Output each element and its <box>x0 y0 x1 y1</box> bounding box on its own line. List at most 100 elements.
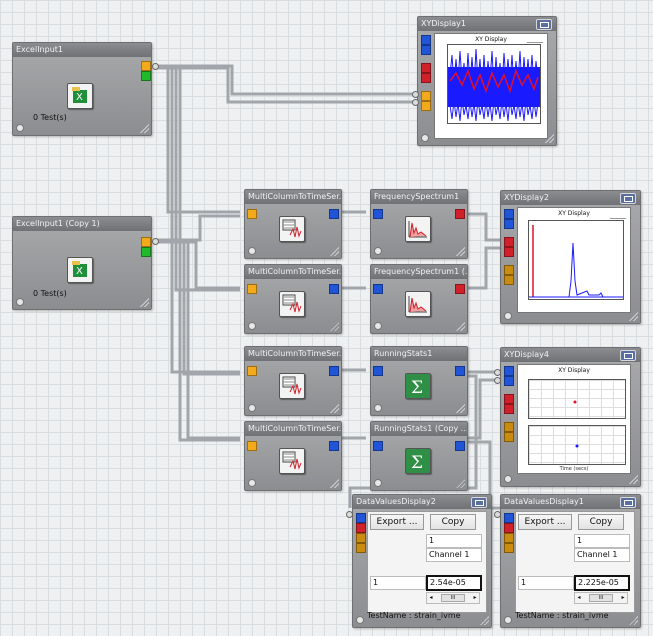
input-port-red[interactable] <box>504 247 514 257</box>
scroll-left-arrow[interactable]: ◂ <box>427 593 435 603</box>
input-port-blue[interactable] <box>504 376 514 386</box>
copy-button[interactable]: Copy <box>430 514 476 530</box>
input-port-gold[interactable] <box>504 422 514 432</box>
input-port-orange[interactable] <box>247 441 257 451</box>
input-port-gold[interactable] <box>504 275 514 285</box>
output-port-blue[interactable] <box>455 441 465 451</box>
input-port-gold[interactable] <box>504 543 514 553</box>
value-cell[interactable]: 2.54e-05 <box>426 575 482 591</box>
output-port-orange[interactable] <box>141 61 151 71</box>
connector-dot[interactable] <box>412 91 419 98</box>
xy-display-node-4[interactable]: XYDisplay4 XY Display Time (secs) <box>500 347 641 487</box>
input-port-gold[interactable] <box>504 265 514 275</box>
input-port-blue[interactable] <box>373 209 383 219</box>
input-port-blue[interactable] <box>421 45 431 55</box>
input-port-orange[interactable] <box>421 91 431 101</box>
resize-grip[interactable] <box>479 615 489 625</box>
input-port-gold[interactable] <box>504 432 514 442</box>
output-port-green[interactable] <box>141 247 151 257</box>
copy-button[interactable]: Copy <box>578 514 624 530</box>
resize-grip[interactable] <box>455 246 465 256</box>
horizontal-scrollbar[interactable]: ◂ III ▸ <box>574 592 628 604</box>
resize-grip[interactable] <box>455 403 465 413</box>
connector-dot[interactable] <box>412 99 419 106</box>
connector-dot[interactable] <box>346 511 353 518</box>
input-port-blue[interactable] <box>504 209 514 219</box>
scroll-thumb[interactable]: III <box>441 594 465 602</box>
input-port-orange[interactable] <box>247 366 257 376</box>
scroll-right-arrow[interactable]: ▸ <box>471 593 479 603</box>
input-port-gold[interactable] <box>356 543 366 553</box>
input-port-blue[interactable] <box>421 35 431 45</box>
input-port-red[interactable] <box>421 63 431 73</box>
resize-grip[interactable] <box>329 246 339 256</box>
frequency-spectrum-node-1[interactable]: FrequencySpectrum1 <box>370 189 468 259</box>
data-values-display-node-2[interactable]: DataValuesDisplay2 Export ... Copy 1 Cha… <box>352 494 492 628</box>
output-port-red[interactable] <box>455 209 465 219</box>
input-port-blue[interactable] <box>504 366 514 376</box>
input-port-blue[interactable] <box>373 284 383 294</box>
connector-dot[interactable] <box>152 238 159 245</box>
input-port-orange[interactable] <box>421 101 431 111</box>
output-port-blue[interactable] <box>329 284 339 294</box>
resize-grip[interactable] <box>329 403 339 413</box>
restore-button[interactable] <box>620 193 636 204</box>
input-port-blue[interactable] <box>373 441 383 451</box>
output-port-blue[interactable] <box>455 366 465 376</box>
input-port-red[interactable] <box>504 523 514 533</box>
multicolumn-node-3[interactable]: MultiColumnToTimeSer... <box>244 346 342 416</box>
running-stats-node-2[interactable]: RunningStats1 (Copy ... Σ <box>370 421 468 491</box>
data-values-display-node-1[interactable]: DataValuesDisplay1 Export ... Copy 1 Cha… <box>500 494 641 628</box>
connector-dot[interactable] <box>152 63 159 70</box>
input-port-blue[interactable] <box>504 513 514 523</box>
scroll-right-arrow[interactable]: ▸ <box>619 593 627 603</box>
multicolumn-node-2[interactable]: MultiColumnToTimeSer... <box>244 264 342 334</box>
restore-button[interactable] <box>620 350 636 361</box>
export-button[interactable]: Export ... <box>518 514 572 530</box>
export-button[interactable]: Export ... <box>370 514 424 530</box>
output-port-blue[interactable] <box>329 366 339 376</box>
resize-grip[interactable] <box>139 123 149 133</box>
connector-dot[interactable] <box>494 369 501 376</box>
resize-grip[interactable] <box>628 615 638 625</box>
multicolumn-node-4[interactable]: MultiColumnToTimeSer... <box>244 421 342 491</box>
resize-grip[interactable] <box>329 478 339 488</box>
horizontal-scrollbar[interactable]: ◂ III ▸ <box>426 592 480 604</box>
restore-button[interactable] <box>620 497 636 508</box>
output-port-blue[interactable] <box>329 441 339 451</box>
output-port-red[interactable] <box>455 284 465 294</box>
scroll-left-arrow[interactable]: ◂ <box>575 593 583 603</box>
input-port-red[interactable] <box>356 523 366 533</box>
xy-display-node-2[interactable]: XYDisplay2 XY Display <box>500 190 641 324</box>
input-port-blue[interactable] <box>504 219 514 229</box>
frequency-spectrum-node-2[interactable]: FrequencySpectrum1 (... <box>370 264 468 334</box>
resize-grip[interactable] <box>329 321 339 331</box>
resize-grip[interactable] <box>628 311 638 321</box>
running-stats-node-1[interactable]: RunningStats1 Σ <box>370 346 468 416</box>
scroll-thumb[interactable]: III <box>589 594 613 602</box>
output-port-blue[interactable] <box>329 209 339 219</box>
connector-dot[interactable] <box>494 511 501 518</box>
resize-grip[interactable] <box>455 321 465 331</box>
input-port-orange[interactable] <box>247 209 257 219</box>
input-port-orange[interactable] <box>247 284 257 294</box>
resize-grip[interactable] <box>628 474 638 484</box>
input-port-gold[interactable] <box>356 533 366 543</box>
restore-button[interactable] <box>536 19 552 30</box>
multicolumn-node-1[interactable]: MultiColumnToTimeSer... <box>244 189 342 259</box>
resize-grip[interactable] <box>544 133 554 143</box>
restore-button[interactable] <box>471 497 487 508</box>
excel-input-copy-node[interactable]: ExcelInput1 (Copy 1) X 0 Test(s) <box>12 216 152 310</box>
value-cell[interactable]: 2.225e-05 <box>574 575 630 591</box>
input-port-red[interactable] <box>504 404 514 414</box>
excel-input-node[interactable]: ExcelInput1 X 0 Test(s) <box>12 42 152 136</box>
output-port-green[interactable] <box>141 71 151 81</box>
resize-grip[interactable] <box>455 478 465 488</box>
input-port-blue[interactable] <box>356 513 366 523</box>
output-port-orange[interactable] <box>141 237 151 247</box>
input-port-red[interactable] <box>421 73 431 83</box>
input-port-red[interactable] <box>504 394 514 404</box>
input-port-red[interactable] <box>504 237 514 247</box>
connector-dot[interactable] <box>494 377 501 384</box>
xy-display-node-1[interactable]: XYDisplay1 XY Display <box>417 16 557 146</box>
